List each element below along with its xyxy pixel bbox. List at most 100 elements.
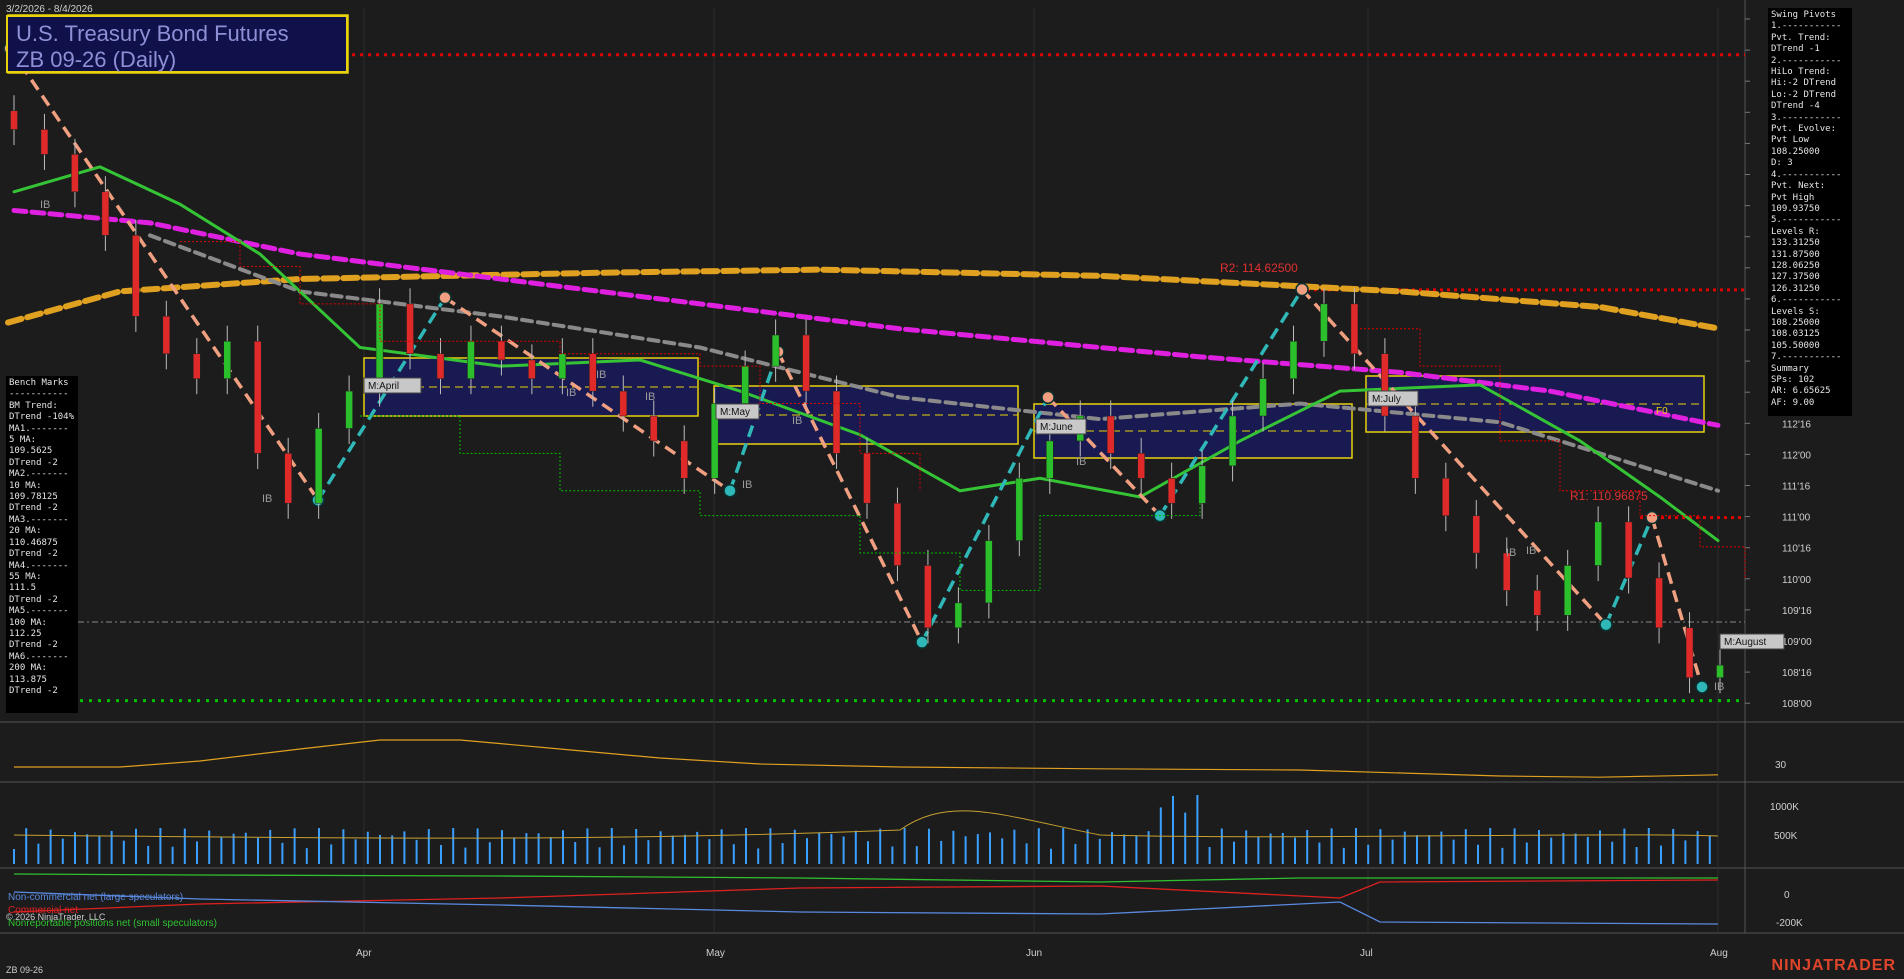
instrument-footer: ZB 09-26 [6, 965, 44, 975]
swing-pivot-marker [723, 484, 737, 498]
chart-title: U.S. Treasury Bond Futures [16, 21, 289, 46]
candle [284, 437, 292, 519]
candle [40, 113, 49, 170]
bench-marks-line: DTrend -2 [9, 457, 58, 468]
candle-body [1655, 577, 1663, 629]
swing-pivots-line: 4.----------- [1771, 169, 1842, 180]
cot-commercial-line [13, 879, 1719, 913]
swing-pivots-line: 109.93750 [1771, 203, 1820, 214]
swing-pivots-line: 108.25000 [1771, 317, 1820, 328]
brand-logo: NINJATRADER [1771, 957, 1896, 974]
bench-marks-line: 10 MA: [9, 480, 42, 491]
cot-large-line [13, 891, 1719, 925]
candle-body [1533, 590, 1541, 616]
candle [1655, 562, 1663, 644]
cot-small-line [13, 873, 1718, 883]
swing-pivots-line: Pvt. Evolve: [1771, 124, 1837, 135]
candle-body [467, 341, 475, 379]
candle-body [1716, 664, 1724, 678]
cot-legend-small: Nonreportable positions net (small specu… [8, 918, 217, 929]
candle [162, 300, 171, 370]
period-tag: M:June [1040, 422, 1073, 433]
candle [680, 425, 688, 494]
swing-pivots-panel: Swing Pivots 1.----------- Pvt. Trend: DTre… [1768, 8, 1852, 416]
swing-pivot-marker [1295, 282, 1309, 297]
chart-subtitle: ZB 09-26 (Daily) [16, 47, 177, 72]
bench-marks-line: 112.25 [9, 628, 42, 639]
candle [1320, 288, 1328, 357]
swing-pivot-marker [1599, 617, 1613, 632]
y-tick-label: 110'16 [1782, 544, 1811, 555]
swing-pivots-line: HiLo Trend: [1771, 67, 1831, 78]
swing-pivots-line: Summary [1771, 363, 1809, 374]
swing-pivot-marker [1041, 390, 1055, 405]
price-chart[interactable]: 119'00118'16118'00117'16117'00116'16116'… [0, 0, 1904, 979]
bench-marks-line: 20 MA: [9, 526, 42, 537]
candle [101, 176, 110, 251]
x-tick-label: Apr [356, 948, 372, 959]
chart-title-box: U.S. Treasury Bond Futures ZB 09-26 (Dai… [6, 15, 348, 73]
candle-body [253, 341, 262, 454]
y-tick-label: 109'00 [1782, 637, 1812, 648]
candle-body [223, 341, 231, 379]
candle-body [10, 110, 18, 130]
candle-body [314, 428, 323, 504]
candle-body [1563, 565, 1572, 616]
swing-pivots-line: Swing Pivots [1771, 10, 1837, 20]
candle [132, 219, 140, 332]
candle [406, 288, 414, 370]
candle-body [1381, 353, 1389, 417]
candle-body [40, 129, 49, 155]
bench-marks-line: 55 MA: [9, 571, 42, 582]
bench-marks-line: MA6.------- [9, 651, 69, 662]
bench-marks-line: 113.875 [9, 674, 47, 685]
date-range: 3/2/2026 - 8/4/2026 [6, 4, 93, 15]
candle-body [1228, 415, 1237, 467]
swing-pivots-line: 108.25000 [1771, 146, 1820, 157]
r2-label: R2: 114.62500 [1220, 261, 1298, 275]
oscillator-line [14, 739, 1719, 778]
candle-body [985, 540, 993, 604]
swing-pivots-line: Pvt Low [1771, 135, 1809, 146]
candle [863, 437, 871, 519]
candle-body [1046, 440, 1054, 479]
x-tick-label: Jun [1026, 948, 1042, 959]
bench-marks-line: 200 MA: [9, 663, 47, 674]
bench-marks-line: DTrend -2 [9, 503, 58, 514]
f0-label: F0 [1656, 406, 1668, 417]
swing-pivots-line: 128.06250 [1771, 260, 1820, 271]
bench-marks-line: 109.5625 [9, 446, 53, 457]
candle-body [1685, 627, 1694, 678]
swing-pivots-line: SPs: 102 [1771, 375, 1815, 385]
candle [314, 412, 323, 519]
candle-body [558, 353, 567, 379]
swing-pivots-line: DTrend -1 [1771, 44, 1820, 55]
bench-marks-line: MA1.------- [9, 423, 69, 434]
swing-pivots-line: Pvt. Next: [1771, 181, 1826, 192]
candle-body [345, 390, 353, 429]
cot-legend-large: Non-commercial net (large speculators) [8, 892, 184, 903]
y-tick-label: 108'00 [1782, 699, 1812, 710]
bench-marks-line: Bench Marks [9, 378, 69, 388]
swing-pivot-marker [915, 635, 929, 649]
volume-tick-label: 500K [1774, 831, 1798, 842]
candle-body [924, 565, 932, 629]
candle-body [193, 353, 201, 379]
x-tick-label: Jul [1360, 948, 1373, 959]
bench-marks-line: DTrend -2 [9, 685, 58, 696]
candle-body [71, 154, 79, 193]
candle [893, 487, 902, 582]
candle-body [1015, 478, 1024, 541]
candle [985, 525, 993, 619]
volume-tick-label: 1000K [1770, 802, 1799, 813]
y-tick-label: 111'16 [1782, 482, 1811, 493]
y-tick-label: 109'16 [1782, 606, 1812, 617]
candle-body [680, 440, 688, 479]
bench-marks-line: 100 MA: [9, 617, 47, 628]
r1-label: R1: 110.96875 [1570, 489, 1648, 503]
x-tick-label: May [706, 948, 725, 959]
bench-marks-line: MA5.------- [9, 606, 69, 617]
candle-body [1594, 521, 1602, 566]
candle-body [771, 334, 780, 367]
bench-marks-line: 5 MA: [9, 435, 37, 446]
